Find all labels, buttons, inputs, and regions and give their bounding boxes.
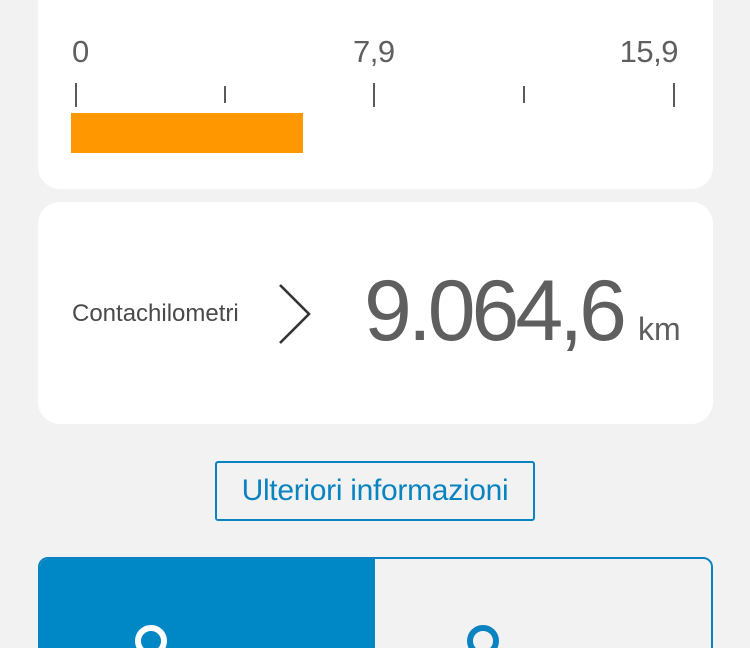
gauge-tick-major — [373, 83, 375, 107]
gauge-min-label: 0 — [72, 34, 89, 69]
segment-right[interactable] — [375, 559, 711, 648]
gauge-tick-major — [75, 83, 77, 107]
person-icon — [135, 625, 167, 648]
odometer-label: Contachilometri — [72, 300, 239, 327]
segmented-control — [38, 557, 713, 648]
chevron-right-icon[interactable] — [276, 283, 314, 345]
gauge-bar-fill — [71, 113, 303, 153]
gauge-tick-major — [673, 83, 675, 107]
odometer-unit: km — [638, 311, 681, 347]
gauge-tick-minor — [224, 86, 226, 103]
gauge-max-label: 15,9 — [619, 34, 679, 69]
person-icon — [467, 625, 499, 648]
more-info-button[interactable]: Ulteriori informazioni — [215, 461, 535, 521]
gauge-mid-label: 7,9 — [353, 34, 395, 69]
gauge-tick-minor — [523, 86, 525, 103]
fuel-gauge-card — [38, 0, 713, 189]
gauge-bar-track — [71, 113, 676, 153]
odometer-value: 9.064,6 — [364, 263, 627, 359]
vehicle-status-screen: 0 7,9 15,9 Contachilometri 9.064,6 km Ul… — [0, 0, 750, 648]
segment-left[interactable] — [40, 559, 375, 648]
